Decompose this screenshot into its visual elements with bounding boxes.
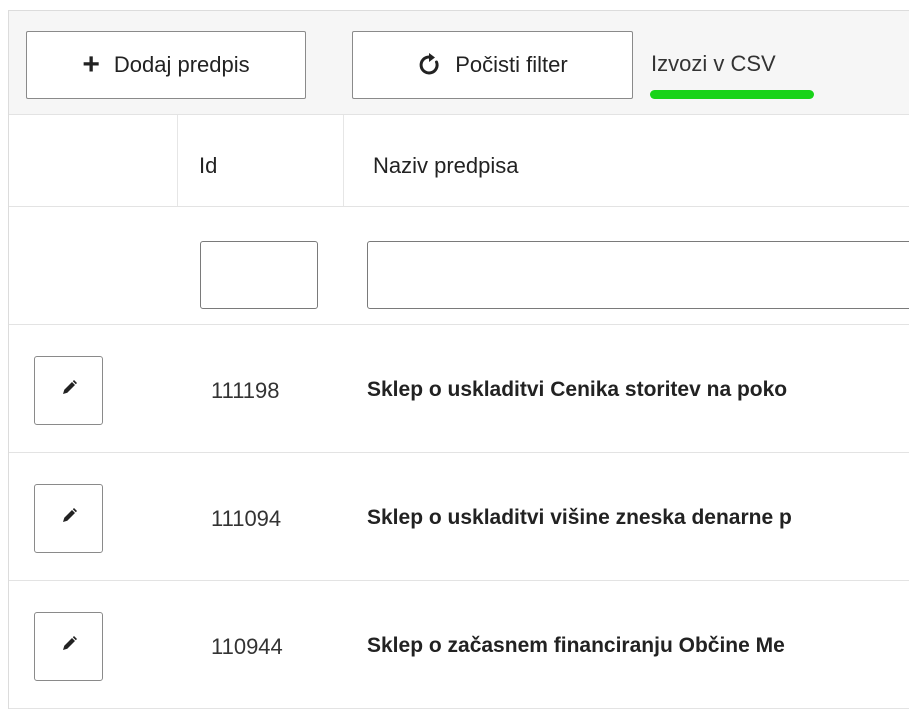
row-name-cell[interactable]: Sklep o uskladitvi Cenika storitev na po…: [367, 378, 787, 402]
name-filter-input[interactable]: [367, 241, 909, 309]
column-divider: [343, 115, 344, 206]
table-filter-row: [9, 207, 909, 325]
id-filter-input[interactable]: [200, 241, 318, 309]
add-regulation-button[interactable]: + Dodaj predpis: [26, 31, 306, 99]
table-row[interactable]: 110944 Sklep o začasnem financiranju Obč…: [9, 581, 909, 709]
export-highlight-underline: [650, 90, 814, 99]
clear-filter-button[interactable]: Počisti filter: [352, 31, 633, 99]
edit-button[interactable]: [34, 356, 103, 425]
column-header-id[interactable]: Id: [199, 153, 217, 179]
pencil-icon: [60, 635, 78, 658]
add-regulation-label: Dodaj predpis: [113, 52, 250, 77]
pencil-icon: [60, 379, 78, 402]
export-csv-link[interactable]: Izvozi v CSV: [651, 51, 776, 77]
clear-filter-label: Počisti filter: [455, 52, 568, 77]
row-id-cell: 110944: [211, 634, 283, 659]
table-row[interactable]: 111198 Sklep o uskladitvi Cenika storite…: [9, 325, 909, 453]
plus-icon: +: [82, 48, 100, 81]
row-name-cell[interactable]: Sklep o začasnem financiranju Občine Me: [367, 634, 785, 658]
grid-toolbar: + Dodaj predpis Počisti filter Izvozi v …: [9, 11, 909, 115]
table-header-row: Id Naziv predpisa: [9, 115, 909, 207]
row-name-cell[interactable]: Sklep o uskladitvi višine zneska denarne…: [367, 506, 792, 530]
edit-button[interactable]: [34, 612, 103, 681]
regulations-grid: + Dodaj predpis Počisti filter Izvozi v …: [8, 10, 909, 709]
column-divider: [177, 115, 178, 206]
row-id-cell: 111094: [211, 506, 282, 531]
row-id-cell: 111198: [211, 378, 280, 403]
column-header-name[interactable]: Naziv predpisa: [373, 153, 519, 179]
refresh-icon: [417, 53, 441, 77]
table-row[interactable]: 111094 Sklep o uskladitvi višine zneska …: [9, 453, 909, 581]
pencil-icon: [60, 507, 78, 530]
edit-button[interactable]: [34, 484, 103, 553]
